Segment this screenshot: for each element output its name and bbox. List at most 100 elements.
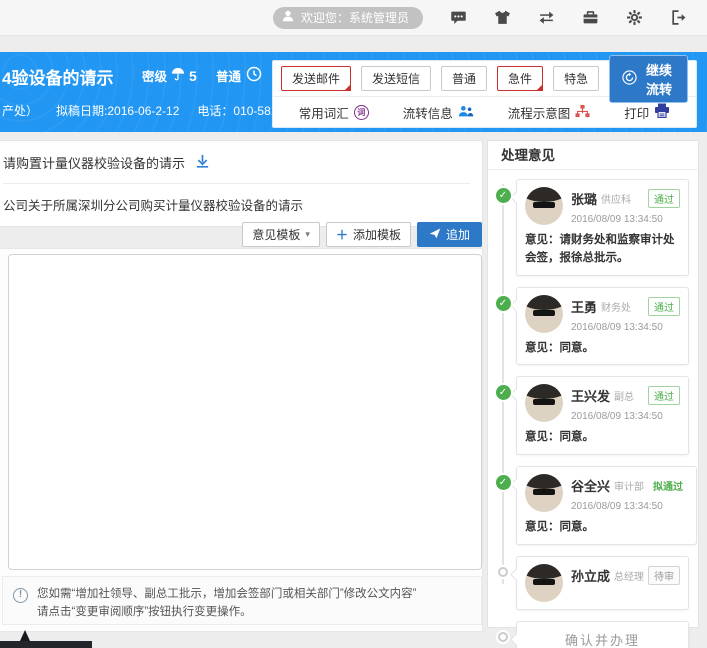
- opinions-panel: 处理意见 ✓ 张璐 供应科 通过 2016/08/09: [487, 140, 699, 628]
- status-badge: 拟通过: [648, 477, 688, 494]
- opinion-toolbar: 意见模板 ▾ ＋ 添加模板 追加: [0, 222, 482, 247]
- approver-name: 谷全兴: [571, 476, 610, 495]
- opinion-comment: 意见：同意。: [525, 340, 680, 358]
- flow-info-link[interactable]: 流转信息: [403, 103, 474, 122]
- avatar: [525, 295, 563, 333]
- security-level: 密级 5: [142, 66, 197, 85]
- pending-dot-icon: [498, 632, 508, 642]
- append-button[interactable]: 追加: [417, 222, 482, 247]
- approver-name: 王勇: [571, 297, 597, 316]
- approver-name: 王兴发: [571, 386, 610, 405]
- status-badge: 通过: [648, 297, 680, 316]
- opinion-template-dropdown[interactable]: 意见模板 ▾: [242, 222, 320, 247]
- check-icon: ✓: [496, 188, 511, 203]
- meta-dept: 产处）: [2, 102, 38, 119]
- opinion-date: 2016/08/09 13:34:50: [571, 322, 680, 333]
- append-icon: [429, 227, 441, 242]
- briefcase-icon[interactable]: [582, 9, 599, 26]
- opinion-row: ✓ 张璐 供应科 通过 2016/08/09 13:34:50: [490, 179, 689, 276]
- opinion-row: ✓ 谷全兴 审计部 拟通过 2016/08/09 13:34:50: [490, 466, 689, 545]
- continue-flow-button[interactable]: 继续流转: [609, 55, 688, 103]
- avatar: [525, 187, 563, 225]
- tooltip-remnant: [0, 641, 92, 648]
- action-panel: 发送邮件 发送短信 普通 急件 特急 继续流转 常用词汇 词 流转信: [272, 60, 697, 128]
- topbar: 欢迎您：系统管理员: [0, 0, 707, 36]
- clock-icon: [246, 66, 262, 85]
- document-subject: 公司关于所属深圳分公司购买计量仪器校验设备的请示: [3, 184, 470, 226]
- status-badge: 待审: [648, 566, 680, 585]
- approver-dept: 财务处: [601, 299, 631, 314]
- opinion-date: 2016/08/09 13:34:50: [571, 411, 680, 422]
- confirm-row: 确认并办理: [490, 621, 689, 648]
- approver-dept: 供应科: [601, 191, 631, 206]
- refresh-icon: [622, 70, 637, 88]
- approver-dept: 审计部: [614, 478, 644, 493]
- clothes-icon[interactable]: [494, 9, 511, 26]
- printer-icon: [654, 103, 670, 121]
- opinion-card: 孙立成 总经理 待审: [516, 556, 689, 610]
- user-icon: [281, 9, 295, 26]
- opinion-card: 谷全兴 审计部 拟通过 2016/08/09 13:34:50 意见：同意。: [516, 466, 697, 545]
- avatar: [525, 384, 563, 422]
- opinion-card: 王兴发 副总 通过 2016/08/09 13:34:50 意见：同意。: [516, 376, 689, 455]
- app-screen: 欢迎您：系统管理员 4验设备的请示 密级 5: [0, 0, 707, 648]
- check-icon: ✓: [496, 296, 511, 311]
- transfer-icon[interactable]: [538, 9, 555, 26]
- pending-dot-icon: [498, 567, 508, 577]
- flow-diagram-link[interactable]: 流程示意图: [508, 103, 591, 122]
- priority-extra-urgent-button[interactable]: 特急: [553, 66, 599, 91]
- print-link[interactable]: 打印: [624, 103, 670, 122]
- people-icon: [458, 104, 474, 121]
- opinion-date: 2016/08/09 13:34:50: [571, 501, 688, 512]
- avatar: [525, 564, 563, 602]
- urgency-level: 普通: [216, 66, 262, 85]
- priority-normal-button[interactable]: 普通: [441, 66, 487, 91]
- opinion-card: 张璐 供应科 通过 2016/08/09 13:34:50 意见：请财务处和监察…: [516, 179, 689, 276]
- chevron-down-icon: ▾: [305, 229, 310, 240]
- welcome-pill[interactable]: 欢迎您：系统管理员: [273, 7, 423, 29]
- send-sms-button[interactable]: 发送短信: [361, 66, 431, 91]
- status-badge: 通过: [648, 386, 680, 405]
- approver-dept: 总经理: [614, 568, 644, 583]
- priority-urgent-button[interactable]: 急件: [497, 66, 543, 91]
- document-meta: 产处） 拟稿日期:2016-06-2-12 电话：010-581112568: [2, 102, 316, 119]
- approver-name: 孙立成: [571, 566, 610, 585]
- opinion-row: ✓ 王勇 财务处 通过 2016/08/09 13:34:50: [490, 287, 689, 366]
- download-icon[interactable]: [195, 154, 210, 172]
- approver-name: 张璐: [571, 189, 597, 208]
- opinion-input[interactable]: [8, 254, 482, 570]
- avatar: [525, 474, 563, 512]
- umbrella-icon: [171, 67, 185, 84]
- approver-dept: 副总: [614, 388, 634, 403]
- opinion-date: 2016/08/09 13:34:50: [571, 214, 680, 225]
- meta-draft-date: 拟稿日期:2016-06-2-12: [56, 102, 179, 119]
- notice-box: ! 您如需“增加社领导、副总工批示，增加会签部门或相关部门”修改公文内容” 请点…: [2, 576, 482, 625]
- common-words-link[interactable]: 常用词汇 词: [299, 103, 369, 122]
- send-email-button[interactable]: 发送邮件: [281, 66, 351, 91]
- action-buttons-row: 发送邮件 发送短信 普通 急件 特急 继续流转: [273, 61, 696, 97]
- notice-line1: 您如需“增加社领导、副总工批示，增加会签部门或相关部门”修改公文内容”: [37, 585, 417, 603]
- notice-line2: 请点击“变更审阅顺序”按钮执行变更操作。: [37, 603, 417, 621]
- document-header: 4验设备的请示 密级 5 普通 产处） 拟稿日期:2016-06-2-12 电话…: [0, 52, 707, 132]
- opinion-comment: 意见：请财务处和监察审计处会签，报徐总批示。: [525, 232, 680, 268]
- opinion-row: 孙立成 总经理 待审: [490, 556, 689, 610]
- cursor-icon: [20, 630, 30, 641]
- check-icon: ✓: [496, 475, 511, 490]
- opinion-comment: 意见：同意。: [525, 519, 688, 537]
- attachment-title: 请购置计量仪器校验设备的请示: [3, 153, 185, 172]
- settings-icon[interactable]: [626, 9, 643, 26]
- sitemap-icon: [575, 104, 590, 121]
- opinion-comment: 意见：同意。: [525, 429, 680, 447]
- opinion-row: ✓ 王兴发 副总 通过 2016/08/09 13:34:50: [490, 376, 689, 455]
- info-icon: !: [13, 588, 28, 603]
- opinion-card: 王勇 财务处 通过 2016/08/09 13:34:50 意见：同意。: [516, 287, 689, 366]
- logout-icon[interactable]: [670, 9, 687, 26]
- page-title: 4验设备的请示: [2, 64, 113, 89]
- add-template-button[interactable]: ＋ 添加模板: [326, 222, 411, 247]
- message-icon[interactable]: [450, 9, 467, 26]
- document-info-card: 请购置计量仪器校验设备的请示 公司关于所属深圳分公司购买计量仪器校验设备的请示: [0, 140, 483, 227]
- word-circle-icon: 词: [354, 105, 369, 120]
- opinions-title: 处理意见: [488, 141, 698, 170]
- status-badge: 通过: [648, 189, 680, 208]
- welcome-text: 欢迎您：系统管理员: [301, 9, 409, 26]
